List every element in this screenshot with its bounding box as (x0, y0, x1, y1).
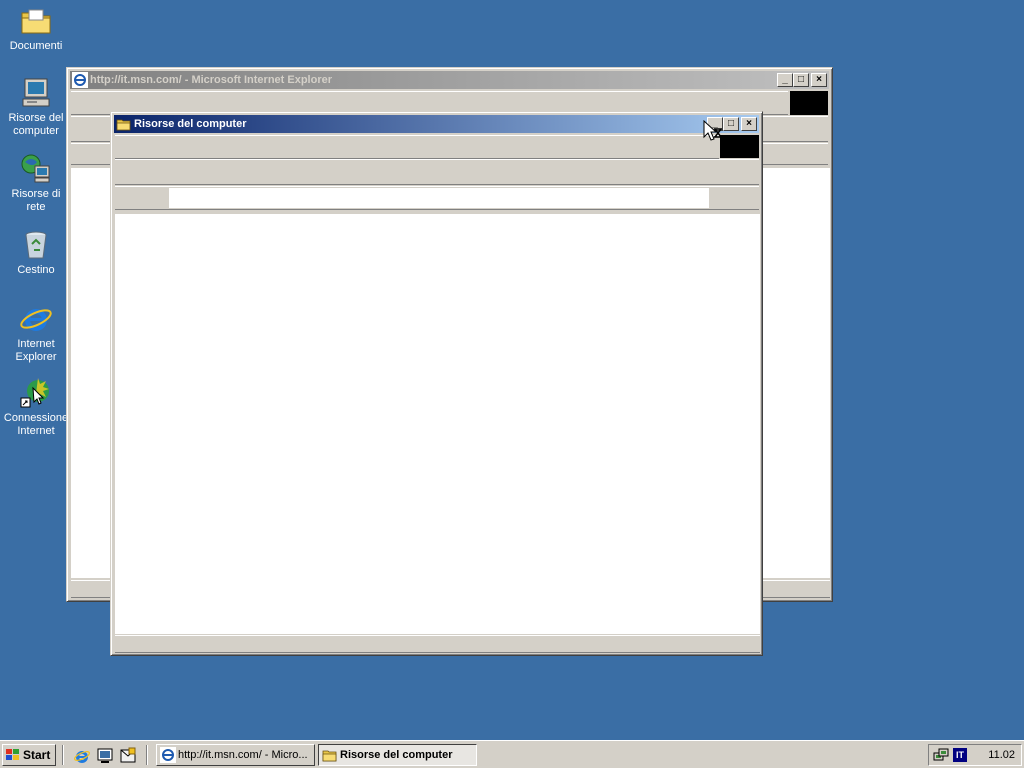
task-button-risorse-computer[interactable]: Risorse del computer (318, 744, 477, 766)
start-button[interactable]: Start (2, 744, 56, 766)
explorer-throbber (720, 135, 759, 158)
desktop-icon-label: Risorse di rete (11, 188, 61, 213)
connection-icon (20, 378, 49, 408)
maximize-button[interactable]: □ (723, 117, 739, 131)
outlook-icon[interactable] (119, 747, 137, 765)
ie-window-titlebar[interactable]: http://it.msn.com/ - Microsoft Internet … (70, 71, 829, 89)
desktop-icon-risorse-rete[interactable]: Risorse di rete (0, 152, 72, 214)
explorer-window-titlebar[interactable]: Risorse del computer _ □ × (114, 115, 759, 133)
desktop-icon-documenti[interactable]: Documenti (0, 4, 72, 53)
ie-icon (20, 309, 52, 331)
explorer-window[interactable]: Risorse del computer _ □ × (110, 111, 763, 656)
ie-icon (72, 72, 88, 88)
explorer-addressbar[interactable] (115, 186, 759, 210)
desktop-icon-connessione-internet[interactable]: Connessione Internet (0, 376, 72, 438)
task-button-ie[interactable]: http://it.msn.com/ - Micro... (156, 744, 315, 766)
desktop-icon-internet-explorer[interactable]: Internet Explorer (0, 302, 72, 364)
clock[interactable]: 11.02 (988, 749, 1015, 761)
folder-icon (21, 9, 51, 34)
explorer-content-area[interactable] (115, 214, 760, 634)
folder-icon (116, 119, 131, 131)
taskbar: Start http://it.msn.com/ - Micro... Riso… (0, 740, 1024, 768)
explorer-menubar[interactable] (115, 135, 719, 159)
taskbar-separator (62, 745, 64, 765)
windows-flag-icon (6, 749, 19, 760)
ie-icon (160, 747, 176, 763)
mouse-cursor-icon (703, 120, 722, 141)
explorer-window-title: Risorse del computer (134, 118, 247, 130)
desktop: Documenti Risorse del computer Risorse d… (0, 0, 1024, 740)
minimize-button[interactable]: _ (777, 73, 793, 87)
taskbar-separator (146, 745, 148, 765)
ie-throbber (790, 91, 828, 115)
desktop-icon-cestino[interactable]: Cestino (0, 228, 72, 277)
desktop-icon-label: Documenti (9, 40, 63, 52)
network-tray-icon[interactable] (933, 747, 949, 763)
language-indicator[interactable]: IT (953, 748, 967, 762)
address-input[interactable] (169, 188, 709, 208)
computer-icon (22, 78, 50, 107)
desktop-icon-label: Connessione Internet (3, 412, 69, 437)
task-button-label: Risorse del computer (340, 749, 453, 761)
system-tray: IT 11.02 (928, 744, 1022, 766)
desktop-icon[interactable] (96, 747, 114, 765)
desktop-icon-label: Cestino (17, 264, 55, 276)
ie-window-title: http://it.msn.com/ - Microsoft Internet … (90, 74, 333, 86)
explorer-toolbar[interactable] (115, 159, 759, 185)
folder-icon (322, 750, 337, 762)
ie-icon[interactable] (73, 747, 91, 765)
recycle-bin-icon (25, 231, 47, 259)
desktop-icon-risorse-computer[interactable]: Risorse del computer (0, 76, 72, 138)
explorer-statusbar (115, 635, 760, 653)
network-icon (21, 154, 50, 183)
desktop-icon-label: Risorse del computer (8, 112, 64, 137)
close-button[interactable]: × (741, 117, 757, 131)
close-button[interactable]: × (811, 73, 827, 87)
maximize-button[interactable]: □ (793, 73, 809, 87)
start-label: Start (23, 748, 51, 762)
desktop-icon-label: Internet Explorer (15, 338, 57, 363)
task-button-label: http://it.msn.com/ - Micro... (178, 749, 308, 761)
